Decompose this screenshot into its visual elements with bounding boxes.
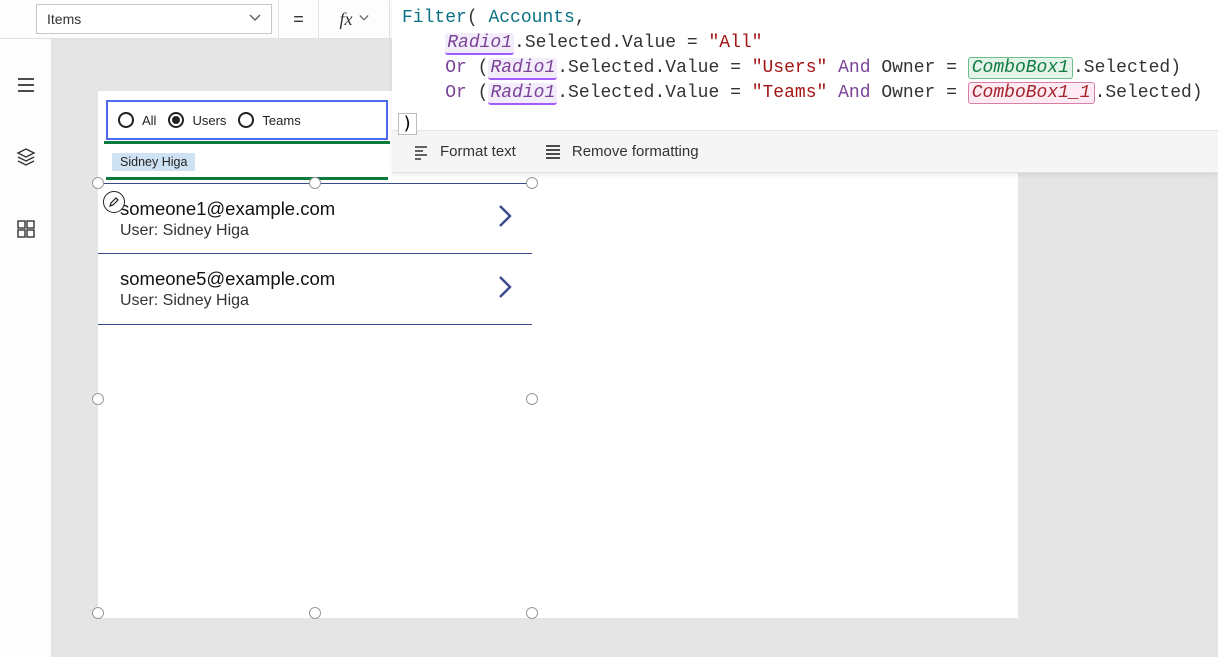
string-users: "Users" — [752, 58, 828, 78]
selection-handle[interactable] — [309, 177, 321, 189]
edit-template-icon[interactable] — [103, 191, 125, 213]
gallery-control[interactable]: someone1@example.com User: Sidney Higa s… — [98, 183, 532, 613]
property-dropdown-value: Items — [47, 11, 81, 27]
selection-handle[interactable] — [309, 607, 321, 619]
layers-icon[interactable] — [12, 143, 40, 171]
left-rail — [0, 39, 52, 657]
gallery-row[interactable]: someone5@example.com User: Sidney Higa — [98, 254, 532, 325]
radio-label: Teams — [262, 113, 300, 128]
selection-handle[interactable] — [526, 177, 538, 189]
fx-button[interactable]: fx — [318, 0, 390, 38]
ref-radio1: Radio1 — [488, 83, 557, 105]
combobox-control[interactable]: Sidney Higa — [106, 147, 388, 180]
gallery-row-title: someone5@example.com — [120, 268, 335, 290]
selection-handle[interactable] — [92, 177, 104, 189]
formula-editor-panel: Filter( Accounts, Radio1.Selected.Value … — [392, 0, 1218, 173]
selection-handle[interactable] — [92, 393, 104, 405]
formula-editor[interactable]: Filter( Accounts, Radio1.Selected.Value … — [392, 0, 1218, 130]
format-text-button[interactable]: Format text — [412, 143, 516, 161]
string-teams: "Teams" — [752, 83, 828, 103]
formula-toolbar: Format text Remove formatting — [392, 130, 1218, 172]
formula-datasource: Accounts — [488, 8, 574, 28]
formula-fn: Filter — [402, 8, 467, 28]
radio-unchecked-icon — [238, 112, 254, 128]
radio-control[interactable]: All Users Teams — [106, 100, 388, 140]
hamburger-icon[interactable] — [12, 71, 40, 99]
ref-combobox1-1: ComboBox1_1 — [968, 82, 1095, 104]
paren-open: ( — [467, 8, 478, 28]
property-selector-wrap: Items — [0, 0, 278, 38]
gallery-row-title: someone1@example.com — [120, 198, 335, 220]
radio-option-users[interactable]: Users — [168, 112, 226, 128]
selection-handle[interactable] — [526, 393, 538, 405]
remove-formatting-icon — [544, 143, 562, 161]
matching-paren-icon: ) — [398, 113, 417, 135]
radio-option-all[interactable]: All — [118, 112, 156, 128]
ref-combobox1: ComboBox1 — [968, 57, 1073, 79]
combobox-chip[interactable]: Sidney Higa — [112, 153, 195, 171]
format-text-label: Format text — [440, 143, 516, 160]
divider — [104, 141, 390, 144]
ref-radio1: Radio1 — [488, 58, 557, 80]
selection-handle[interactable] — [526, 607, 538, 619]
gallery-row-text: someone1@example.com User: Sidney Higa — [120, 198, 335, 240]
format-text-icon — [412, 143, 430, 161]
remove-formatting-label: Remove formatting — [572, 143, 699, 160]
equals-label: = — [278, 0, 318, 38]
string-all: "All" — [708, 33, 762, 53]
chevron-right-icon[interactable] — [496, 203, 514, 234]
chevron-down-icon — [249, 11, 261, 27]
ref-radio1: Radio1 — [445, 33, 514, 55]
gallery-row[interactable]: someone1@example.com User: Sidney Higa — [98, 183, 532, 254]
fx-label: fx — [340, 9, 353, 30]
radio-option-teams[interactable]: Teams — [238, 112, 300, 128]
chevron-down-icon — [359, 13, 369, 26]
selection-handle[interactable] — [92, 607, 104, 619]
property-dropdown[interactable]: Items — [36, 4, 272, 34]
gallery-row-subtitle: User: Sidney Higa — [120, 222, 335, 240]
chevron-right-icon[interactable] — [496, 274, 514, 305]
components-icon[interactable] — [12, 215, 40, 243]
gallery-row-subtitle: User: Sidney Higa — [120, 292, 335, 310]
radio-checked-icon — [168, 112, 184, 128]
radio-label: Users — [192, 113, 226, 128]
gallery-row-text: someone5@example.com User: Sidney Higa — [120, 268, 335, 310]
remove-formatting-button[interactable]: Remove formatting — [544, 143, 699, 161]
radio-unchecked-icon — [118, 112, 134, 128]
radio-label: All — [142, 113, 156, 128]
